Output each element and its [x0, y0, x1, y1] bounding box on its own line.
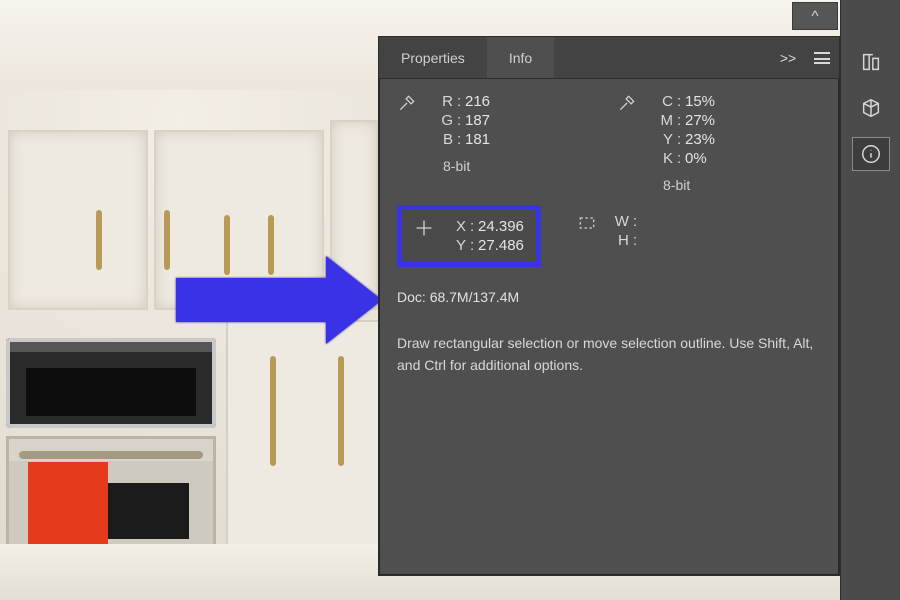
- document-size-readout: Doc: 68.7M/137.4M: [397, 289, 821, 305]
- tab-properties[interactable]: Properties: [379, 37, 487, 78]
- crosshair-icon: [414, 218, 434, 241]
- rgb-depth-label: 8-bit: [443, 158, 601, 174]
- cmyk-readout: C:15% M:27% Y:23% K:0%: [647, 93, 715, 167]
- panel-menu-button[interactable]: [805, 37, 839, 78]
- info-panel-icon[interactable]: [853, 138, 889, 170]
- tab-info[interactable]: Info: [487, 37, 554, 78]
- cmyk-depth-label: 8-bit: [663, 177, 821, 193]
- info-panel: Properties Info >> R:216 G:187 B:181: [378, 36, 840, 576]
- tool-hint-text: Draw rectangular selection or move selec…: [397, 333, 817, 376]
- align-panel-icon[interactable]: [853, 46, 889, 78]
- hamburger-icon: [814, 52, 830, 64]
- chevron-up-icon: ^: [811, 8, 818, 25]
- panel-tabbar: Properties Info >>: [379, 37, 839, 79]
- cube-3d-icon[interactable]: [853, 92, 889, 124]
- cursor-position-readout: X:24.396 Y:27.486: [397, 205, 541, 267]
- annotation-arrow: [176, 256, 382, 344]
- eyedropper-icon: [617, 93, 637, 116]
- right-icon-dock: [840, 0, 900, 600]
- eyedropper-icon: [397, 93, 417, 116]
- panel-expand-button[interactable]: >>: [771, 37, 805, 78]
- selection-size-readout: W: H:: [565, 205, 653, 257]
- rgb-readout: R:216 G:187 B:181: [427, 93, 490, 148]
- selection-bounds-icon: [577, 213, 597, 236]
- panel-collapse-button[interactable]: ^: [792, 2, 838, 30]
